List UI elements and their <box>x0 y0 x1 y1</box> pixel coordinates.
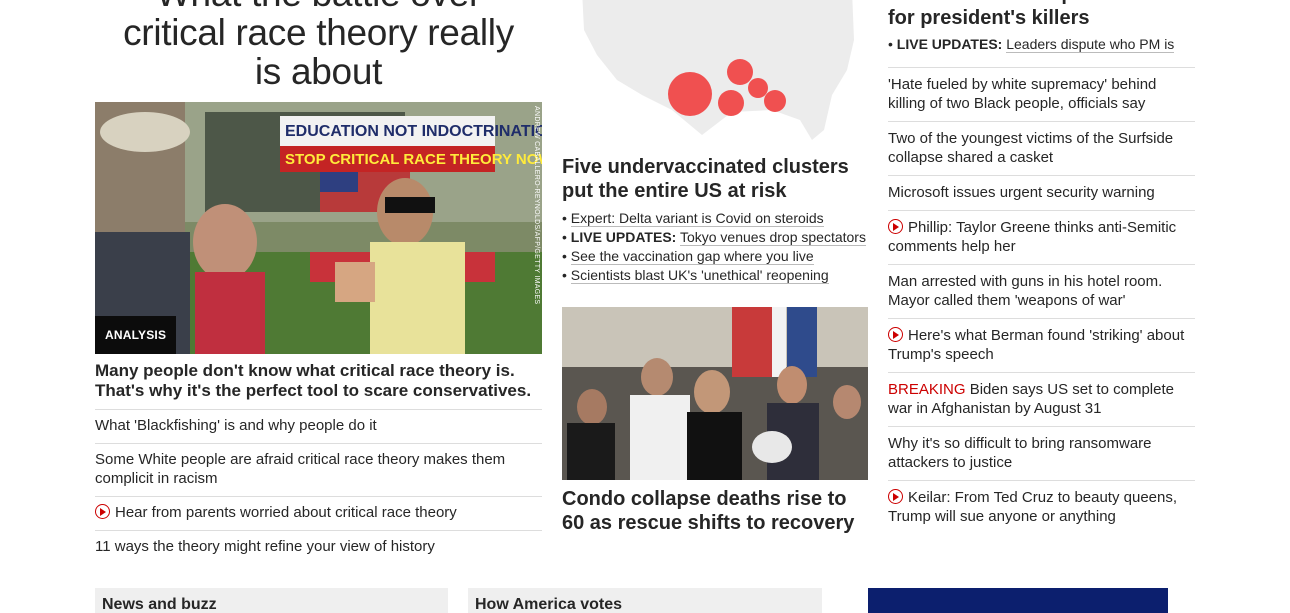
haiti-story[interactable]: Haiti in turmoil as police hunt for pres… <box>888 0 1195 68</box>
list-item[interactable]: Expert: Delta variant is Covid on steroi… <box>562 209 868 228</box>
play-icon <box>888 327 903 342</box>
analysis-tag: ANALYSIS <box>95 316 177 354</box>
how-america-votes-header[interactable]: How America votes <box>468 588 822 613</box>
related-list: What 'Blackfishing' is and why people do… <box>95 410 542 564</box>
list-item[interactable]: Two of the youngest victims of the Surfs… <box>888 122 1195 176</box>
list-item[interactable]: Here's what Berman found 'striking' abou… <box>888 319 1195 373</box>
headline-list: 'Hate fueled by white supremacy' behind … <box>888 68 1195 534</box>
bottom-video-thumbnail[interactable] <box>868 588 1168 613</box>
play-icon <box>888 489 903 504</box>
haiti-story-title[interactable]: Haiti in turmoil as police hunt for pres… <box>888 0 1195 30</box>
lead-story-image[interactable]: EDUCATION NOT INDOCTRINATION STOP CRITIC… <box>95 102 542 354</box>
list-item[interactable]: 'Hate fueled by white supremacy' behind … <box>888 68 1195 122</box>
us-map-graphic[interactable] <box>562 0 868 148</box>
list-item[interactable]: See the vaccination gap where you live <box>562 247 868 266</box>
lead-story-column: What the battle over critical race theor… <box>95 0 542 564</box>
list-item[interactable]: LIVE UPDATES: Tokyo venues drop spectato… <box>562 228 868 247</box>
condo-story-image[interactable] <box>562 307 868 480</box>
condo-story-title[interactable]: Condo collapse deaths rise to 60 as resc… <box>562 487 868 535</box>
list-item[interactable]: What 'Blackfishing' is and why people do… <box>95 410 542 444</box>
list-item[interactable]: Scientists blast UK's 'unethical' reopen… <box>562 266 868 285</box>
play-icon <box>95 504 110 519</box>
list-item[interactable]: Keilar: From Ted Cruz to beauty queens, … <box>888 481 1195 534</box>
lead-story-title[interactable]: Many people don't know what critical rac… <box>95 361 542 410</box>
list-item[interactable]: Phillip: Taylor Greene thinks anti-Semit… <box>888 211 1195 265</box>
news-and-buzz-header[interactable]: News and buzz <box>95 588 448 613</box>
image-credit: ANDREW CABALLERO-REYNOLDS/AFP/GETTY IMAG… <box>533 106 540 305</box>
svg-text:EDUCATION NOT INDOCTRINATION: EDUCATION NOT INDOCTRINATION <box>285 123 542 140</box>
list-item[interactable]: Some White people are afraid critical ra… <box>95 444 542 497</box>
list-item[interactable]: Microsoft issues urgent security warning <box>888 176 1195 211</box>
play-icon <box>888 219 903 234</box>
svg-text:STOP CRITICAL RACE THEORY NOW!: STOP CRITICAL RACE THEORY NOW! <box>285 151 542 168</box>
center-column: Five undervaccinated clusters put the en… <box>562 0 868 535</box>
breaking-label: BREAKING <box>888 381 966 398</box>
covid-bullets: Expert: Delta variant is Covid on steroi… <box>562 209 868 285</box>
headline-list-column: Haiti in turmoil as police hunt for pres… <box>888 0 1195 534</box>
list-item[interactable]: 11 ways the theory might refine your vie… <box>95 531 542 564</box>
list-item[interactable]: BREAKING Biden says US set to complete w… <box>888 373 1195 427</box>
covid-story-title[interactable]: Five undervaccinated clusters put the en… <box>562 155 868 203</box>
list-item[interactable]: Man arrested with guns in his hotel room… <box>888 265 1195 319</box>
list-item[interactable]: Why it's so difficult to bring ransomwar… <box>888 427 1195 481</box>
list-item[interactable]: Hear from parents worried about critical… <box>95 497 542 531</box>
lead-headline[interactable]: What the battle over critical race theor… <box>95 0 542 91</box>
haiti-live-updates[interactable]: • LIVE UPDATES: Leaders dispute who PM i… <box>888 35 1175 54</box>
